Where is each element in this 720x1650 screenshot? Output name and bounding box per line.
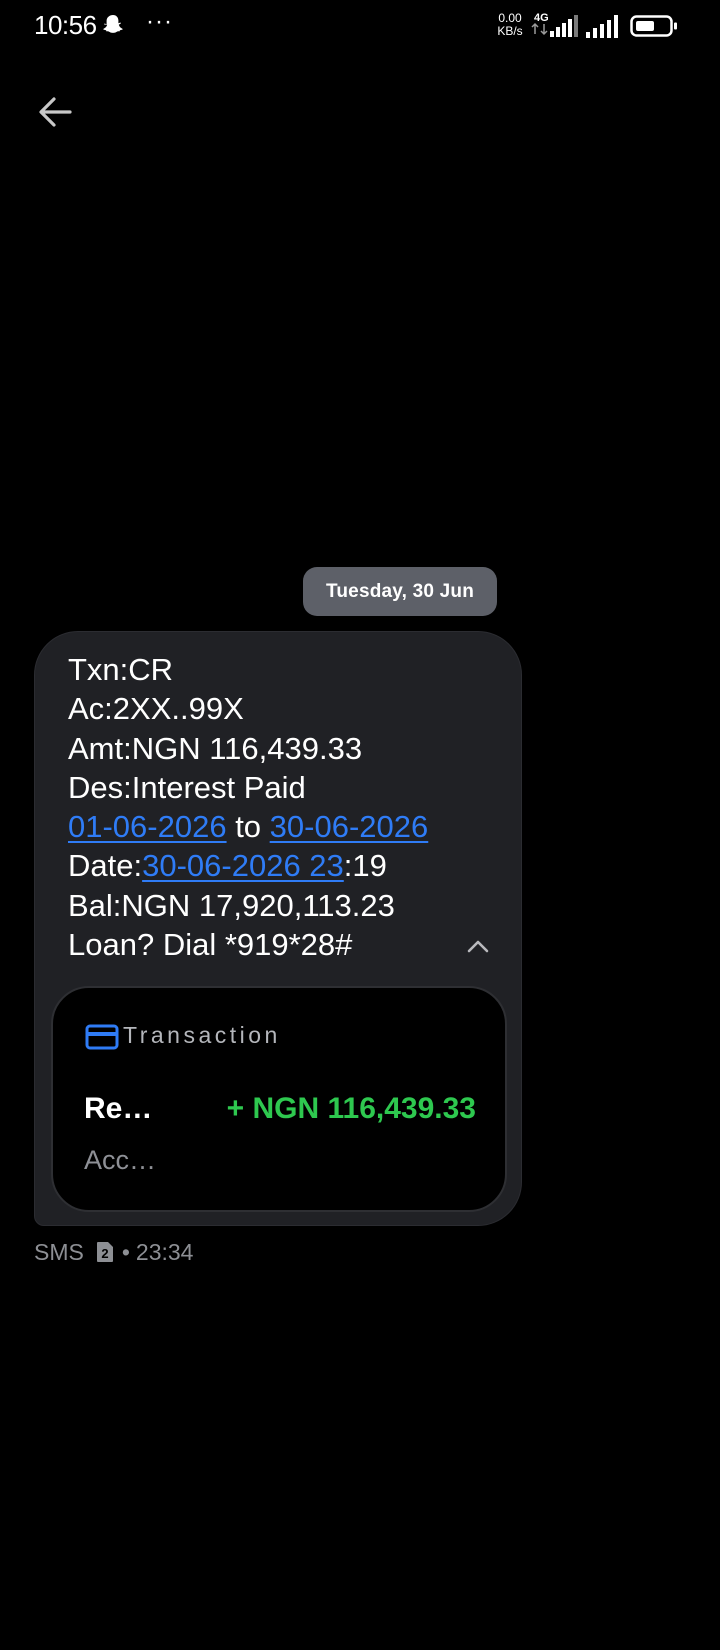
message-channel: SMS (34, 1238, 84, 1265)
status-time: 10:56 (34, 10, 97, 40)
more-dots-icon: ··· (146, 8, 173, 35)
message-line-description: Des:Interest Paid (68, 769, 306, 805)
battery-icon (630, 15, 677, 37)
message-line-period: 01-06-2026 to 30-06-2026 (68, 807, 428, 846)
date-prefix: Date: (68, 848, 143, 884)
sim-slot-number: 2 (101, 1246, 108, 1261)
transaction-card-amount: + NGN 116,439.33 (226, 1092, 476, 1125)
message-time: 23:34 (135, 1238, 194, 1265)
message-line-date: Date:30-06-2026 23:19 (68, 846, 428, 885)
meta-separator: • (121, 1238, 130, 1265)
credit-card-icon (85, 1024, 119, 1050)
message-bubble[interactable]: Txn:CR Ac:2XX..99X Amt:NGN 116,439.33 De… (34, 631, 522, 1226)
transaction-card[interactable]: Transaction Re… + NGN 116,439.33 Acc… (51, 986, 507, 1212)
message-body: Txn:CR Ac:2XX..99X Amt:NGN 116,439.33 De… (68, 650, 428, 964)
date-link-end[interactable]: 30-06-2026 (270, 809, 429, 844)
message-line-loan: Loan? Dial *919*28# (68, 927, 353, 963)
arrow-left-icon (39, 97, 72, 127)
net-speed-unit: KB/s (497, 24, 523, 38)
date-link-start[interactable]: 01-06-2026 (68, 809, 227, 844)
sim-card-icon: 2 (96, 1242, 113, 1262)
transaction-card-subtitle: Acc… (84, 1145, 157, 1175)
net-speed-indicator: 0.00 KB/s (493, 12, 527, 38)
network-type-label: 4G (534, 12, 549, 24)
signal-icon (586, 15, 618, 38)
back-button[interactable] (32, 88, 80, 136)
message-line-txn: Txn:CR (68, 652, 174, 687)
transaction-card-label: Re… (84, 1092, 153, 1125)
period-separator: to (226, 809, 270, 845)
message-meta: SMS 2 • 23:34 (34, 1237, 193, 1267)
chevron-up-icon[interactable] (463, 932, 493, 962)
status-bar: 10:56 ··· 0.00 KB/s 4G (0, 0, 720, 56)
datetime-link[interactable]: 30-06-2026 23 (142, 848, 344, 883)
snapchat-ghost-icon (103, 15, 123, 33)
transaction-card-title: Transaction (123, 1022, 281, 1048)
date-suffix: :19 (343, 848, 387, 884)
message-line-account: Ac:2XX..99X (68, 691, 244, 727)
signal-4g-icon: 4G (531, 12, 578, 37)
message-line-balance: Bal:NGN 17,920,113.23 (68, 887, 395, 923)
date-header-chip: Tuesday, 30 Jun (303, 567, 497, 616)
message-line-amount: Amt:NGN 116,439.33 (68, 730, 363, 766)
